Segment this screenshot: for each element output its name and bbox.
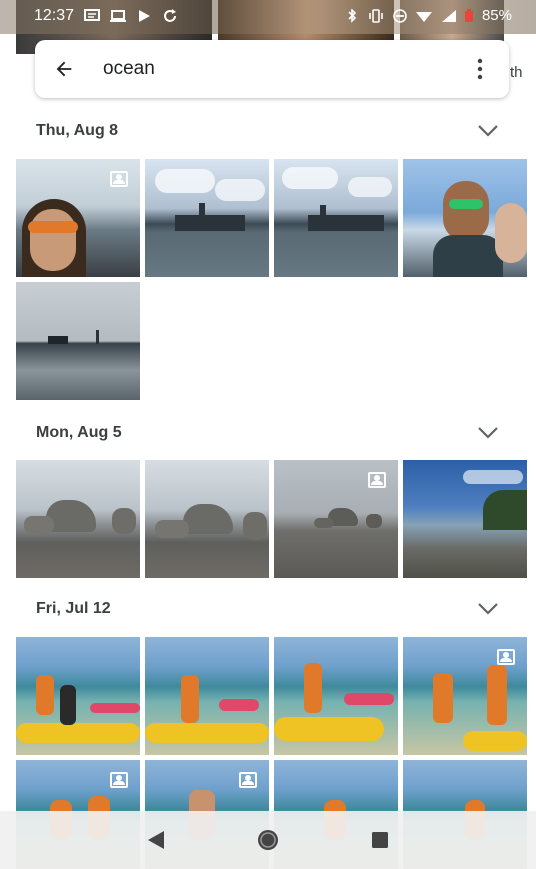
sync-icon [164,9,177,22]
photo-thumbnail[interactable] [274,159,398,277]
portrait-icon [497,649,515,665]
signal-icon [441,9,456,22]
vibrate-icon [369,8,383,23]
more-vert-icon [477,58,483,80]
portrait-icon [239,772,257,788]
photo-thumbnail[interactable] [145,460,269,578]
more-options-button[interactable] [451,40,509,98]
photo-grid-aug-8 [16,159,527,400]
system-nav-bar [0,811,536,869]
peek-suggestion: th [510,64,536,81]
photo-thumbnail[interactable] [274,460,398,578]
portrait-icon [110,171,128,187]
portrait-icon [368,472,386,488]
collapse-button[interactable] [476,119,500,143]
nav-recents-button[interactable] [360,820,400,860]
collapse-button[interactable] [476,597,500,621]
section-date: Mon, Aug 5 [36,424,122,441]
photo-thumbnail[interactable] [16,282,140,400]
home-circle-icon [258,830,278,850]
photo-thumbnail[interactable] [145,637,269,755]
arrow-back-icon [56,61,72,77]
back-button[interactable] [35,40,93,98]
status-bar-left: 12:37 [34,7,178,25]
collapse-button[interactable] [476,421,500,445]
message-icon [84,9,101,21]
photo-thumbnail[interactable] [403,637,527,755]
battery-percent: 85% [481,7,512,24]
status-bar-right: 85% [344,7,512,24]
nav-home-button[interactable] [248,820,288,860]
status-bar: 12:37 85% [0,0,536,34]
photo-thumbnail[interactable] [403,159,527,277]
chevron-down-icon [478,603,498,615]
section-date: Fri, Jul 12 [36,600,111,617]
photo-grid-aug-5 [16,460,527,578]
portrait-icon [110,772,128,788]
triangle-back-icon [148,831,164,849]
photo-thumbnail[interactable] [16,159,140,277]
chevron-down-icon [478,125,498,137]
search-input[interactable]: ocean [93,58,451,80]
search-bar: ocean [35,40,509,98]
section-header-aug-5: Mon, Aug 5 [36,418,500,448]
photo-thumbnail[interactable] [16,637,140,755]
photo-thumbnail[interactable] [145,159,269,277]
photo-thumbnail[interactable] [16,460,140,578]
section-header-aug-8: Thu, Aug 8 [36,116,500,146]
status-time: 12:37 [34,7,75,24]
play-icon [139,10,151,22]
wifi-icon [415,11,432,22]
photo-thumbnail[interactable] [274,637,398,755]
battery-icon [464,8,473,22]
chevron-down-icon [478,427,498,439]
laptop-icon [110,10,127,22]
nav-back-button[interactable] [136,820,176,860]
section-date: Thu, Aug 8 [36,122,119,139]
section-header-jul-12: Fri, Jul 12 [36,594,500,624]
photo-thumbnail[interactable] [403,460,527,578]
bluetooth-icon [348,8,357,23]
dnd-icon [393,8,407,23]
square-recents-icon [372,832,388,848]
